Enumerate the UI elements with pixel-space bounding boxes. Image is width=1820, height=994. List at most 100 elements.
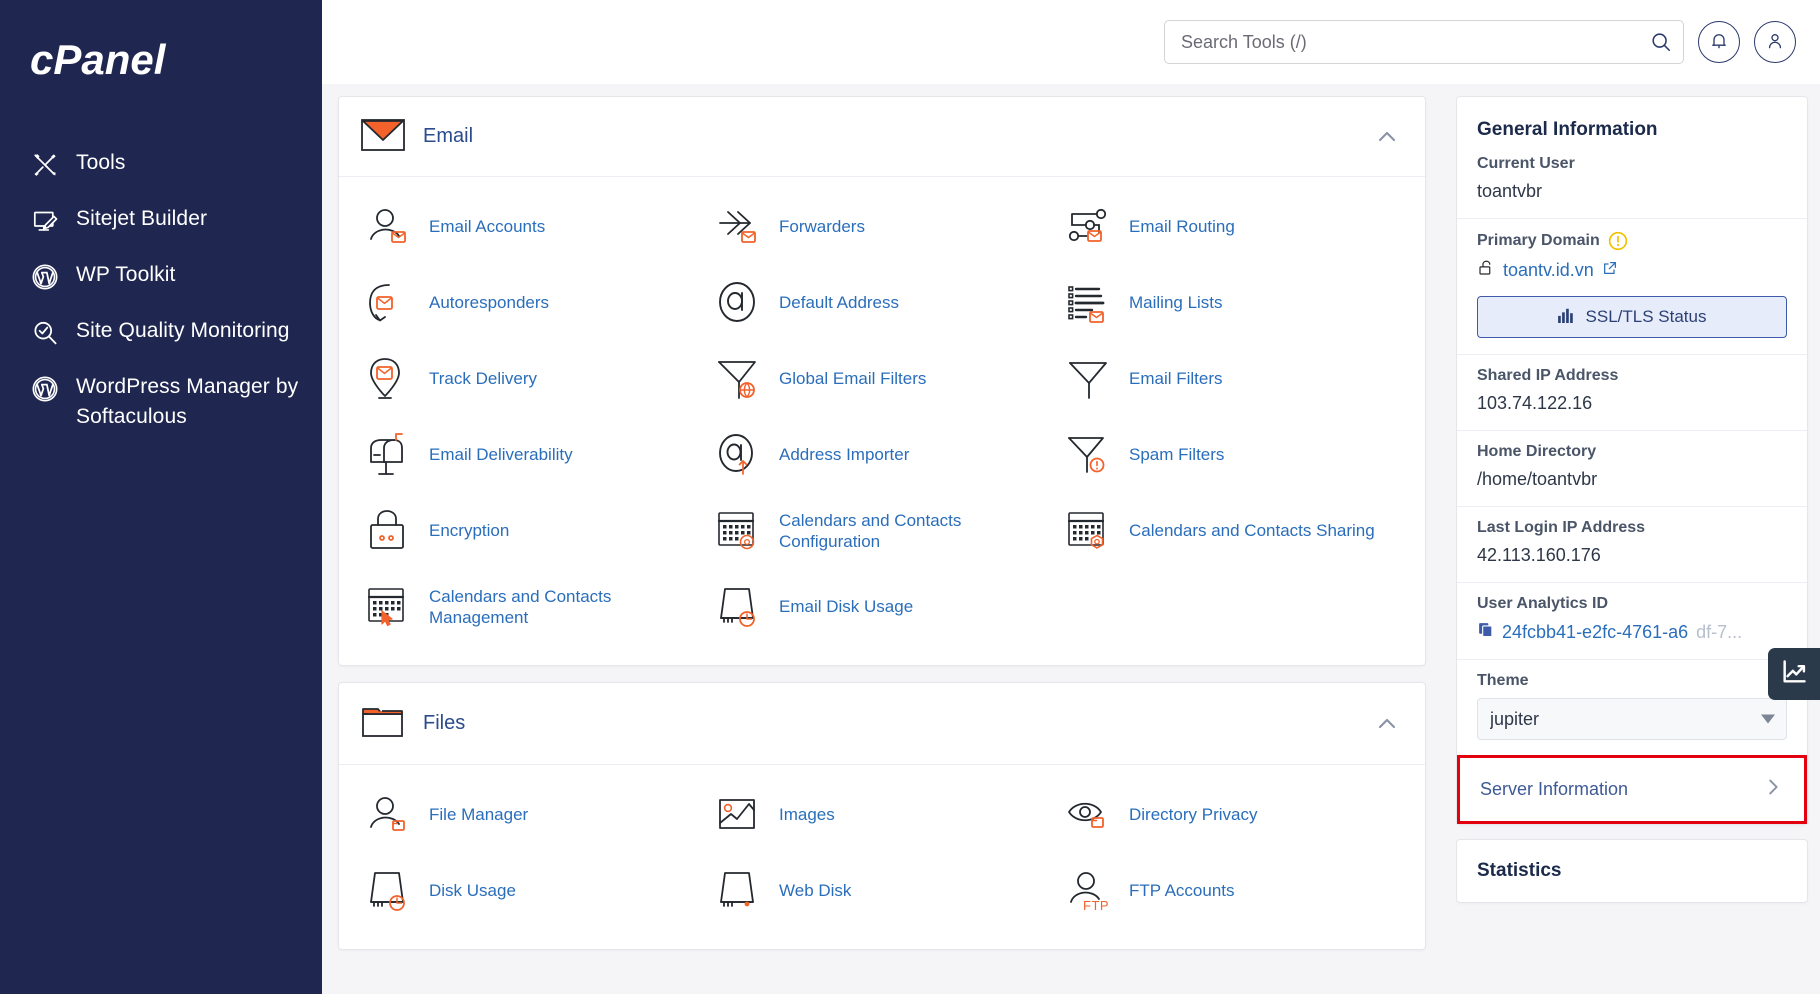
server-information-row[interactable]: Server Information [1457,755,1807,824]
primary-domain-link[interactable]: toantv.id.vn [1477,259,1787,282]
tile-label: File Manager [429,805,529,825]
tile-calendars-and-contacts-configuration[interactable]: Calendars and Contacts Configuration [707,495,1057,567]
statistics-panel: Statistics [1456,839,1808,903]
warning-circle-icon[interactable] [1608,231,1628,251]
tile-calendars-and-contacts-management[interactable]: Calendars and Contacts Management [357,571,707,643]
tile-spam-filters[interactable]: Spam Filters [1057,419,1407,491]
content-area: Email Email Accounts Forwarders Email Ro… [322,84,1820,994]
search-box [1164,20,1684,64]
primary-domain-value: toantv.id.vn [1503,260,1594,280]
analytics-tab-button[interactable] [1768,648,1820,700]
tile-label: Web Disk [779,881,852,901]
row-theme: Theme jupiter [1457,659,1807,756]
at-sign-icon [715,279,763,327]
row-primary-domain: Primary Domain toantv.id.vn SSL/TLS Stat… [1457,218,1807,354]
external-link-icon [1602,260,1618,281]
info-column: General Information Current User toantvb… [1456,96,1820,994]
tile-forwarders[interactable]: Forwarders [707,191,1057,263]
cpanel-logo[interactable]: cPanel [0,38,322,84]
theme-select-wrap: jupiter [1477,698,1787,740]
disk-icon [715,867,763,915]
tile-mailing-lists[interactable]: Mailing Lists [1057,267,1407,339]
wordpress-icon [30,262,60,292]
unlocked-padlock-icon [1477,259,1495,282]
disk-clock-icon [715,583,763,631]
row-label: Home Directory [1477,443,1597,460]
section-files: Files File Manager Images Directory Priv… [338,682,1426,950]
tile-label: Email Deliverability [429,445,573,465]
sidebar-item-wordpress-manager-by-softaculous[interactable]: WordPress Manager by Softaculous [0,360,322,444]
search-icon[interactable] [1648,29,1674,55]
tile-images[interactable]: Images [707,779,1057,851]
routing-nodes-envelope-icon [1065,203,1113,251]
left-sidebar: cPanel Tools Sitejet Builder WP Toolkit … [0,0,322,994]
tile-label: Disk Usage [429,881,516,901]
ssl-tls-status-button[interactable]: SSL/TLS Status [1477,296,1787,338]
notifications-button[interactable] [1698,21,1740,63]
tile-email-filters[interactable]: Email Filters [1057,343,1407,415]
user-ftp-icon: FTP [1065,867,1113,915]
tile-label: Calendars and Contacts Configuration [779,510,962,551]
tile-disk-usage[interactable]: Disk Usage [357,855,707,927]
sidebar-item-wp-toolkit[interactable]: WP Toolkit [0,248,322,304]
svg-text:cPanel: cPanel [30,38,167,83]
disk-clock-icon [365,867,413,915]
copy-icon[interactable] [1477,621,1494,643]
sidebar-item-label: Tools [76,151,126,174]
theme-select[interactable]: jupiter [1477,698,1787,740]
funnel-globe-icon [715,355,763,403]
tile-default-address[interactable]: Default Address [707,267,1057,339]
tile-directory-privacy[interactable]: Directory Privacy [1057,779,1407,851]
tile-label: Email Routing [1129,217,1235,237]
search-input[interactable] [1164,20,1684,64]
tile-label: Email Filters [1129,369,1223,389]
panel-title: General Information [1477,119,1658,140]
user-analytics-id-value[interactable]: 24fcbb41-e2fc-4761-a6 df-7... [1477,621,1787,643]
tile-label: Track Delivery [429,369,537,389]
sidebar-item-tools[interactable]: Tools [0,136,322,192]
tile-email-routing[interactable]: Email Routing [1057,191,1407,263]
mailbox-icon [365,431,413,479]
tile-email-deliverability[interactable]: Email Deliverability [357,419,707,491]
tile-label: Directory Privacy [1129,805,1258,825]
row-shared-ip: Shared IP Address 103.74.122.16 [1457,354,1807,430]
funnel-alert-icon [1065,431,1113,479]
account-button[interactable] [1754,21,1796,63]
tile-calendars-and-contacts-sharing[interactable]: Calendars and Contacts Sharing [1057,495,1407,567]
section-email-tiles: Email Accounts Forwarders Email Routing … [339,177,1425,665]
bell-icon [1709,31,1729,54]
tile-web-disk[interactable]: Web Disk [707,855,1057,927]
row-home-directory: Home Directory /home/toantvbr [1457,430,1807,506]
tile-label: Default Address [779,293,900,313]
shared-ip-value: 103.74.122.16 [1477,393,1593,413]
section-title: Files [423,712,466,734]
tile-encryption[interactable]: Encryption [357,495,707,567]
tile-global-email-filters[interactable]: Global Email Filters [707,343,1057,415]
row-label: Last Login IP Address [1477,519,1646,536]
sidebar-item-site-quality-monitoring[interactable]: Site Quality Monitoring [0,304,322,360]
chevron-up-icon[interactable] [1373,710,1401,738]
tile-label: Mailing Lists [1129,293,1223,313]
user-analytics-id-tail: df-7... [1696,621,1743,642]
chevron-up-icon[interactable] [1373,123,1401,151]
row-label: Current User [1477,155,1575,172]
tile-email-disk-usage[interactable]: Email Disk Usage [707,571,1057,643]
tile-file-manager[interactable]: File Manager [357,779,707,851]
user-folder-icon [365,791,413,839]
row-user-analytics-id: User Analytics ID 24fcbb41-e2fc-4761-a6 d… [1457,582,1807,659]
calendar-cursor-icon [365,583,413,631]
section-email-header[interactable]: Email [339,97,1425,177]
section-files-header[interactable]: Files [339,683,1425,765]
tile-label: Email Accounts [429,217,546,237]
general-information-panel: General Information Current User toantvb… [1456,96,1808,825]
sidebar-item-label: Site Quality Monitoring [76,319,290,342]
funnel-icon [1065,355,1113,403]
wordpress-icon [30,374,60,404]
tile-address-importer[interactable]: Address Importer [707,419,1057,491]
tile-autoresponders[interactable]: Autoresponders [357,267,707,339]
tile-track-delivery[interactable]: Track Delivery [357,343,707,415]
tile-ftp-accounts[interactable]: FTP FTP Accounts [1057,855,1407,927]
tile-email-accounts[interactable]: Email Accounts [357,191,707,263]
sidebar-item-sitejet-builder[interactable]: Sitejet Builder [0,192,322,248]
tools-icon [30,150,60,180]
